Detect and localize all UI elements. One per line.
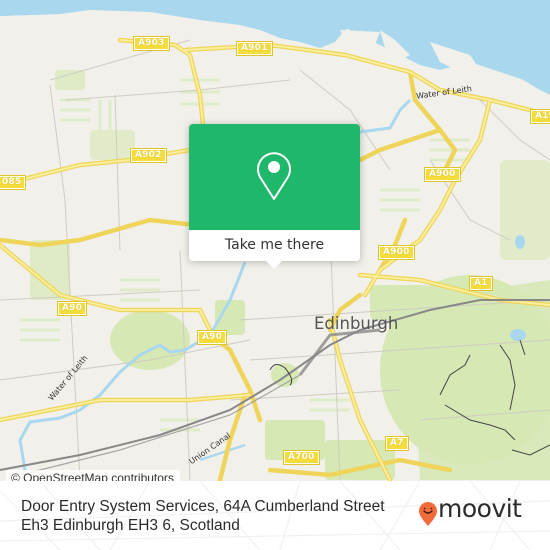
road-label-a901: A901 (236, 41, 273, 56)
road-label-a7: A7 (385, 436, 409, 451)
popup-header (189, 124, 360, 230)
road-label-a90-east: A90 (196, 330, 228, 345)
road-label-a90-west: A90 (56, 301, 88, 316)
sea-water-west (0, 0, 100, 16)
address-text: Door Entry System Services, 64A Cumberla… (21, 498, 385, 534)
road-label-a8085: 085 (0, 175, 27, 190)
road-label-a700: A700 (283, 450, 320, 465)
map-pin-icon (257, 152, 291, 200)
take-me-there-button[interactable]: Take me there (189, 230, 360, 261)
moovit-smile-pin-icon (419, 502, 437, 526)
road-label-a902: A902 (130, 148, 167, 163)
map-attribution[interactable]: © OpenStreetMap contributors (6, 470, 180, 481)
footer: Door Entry System Services, 64A Cumberla… (0, 481, 550, 550)
popup-pointer (265, 260, 283, 269)
dock-land (340, 30, 380, 50)
map-view[interactable]: A903 A901 A902 085 A19 A900 A900 A1 A90 … (0, 0, 550, 481)
moovit-wordmark: moovit (438, 494, 522, 523)
road-label-a903: A903 (133, 36, 170, 51)
city-label-edinburgh: Edinburgh (314, 314, 399, 333)
road-label-a900-south: A900 (378, 245, 415, 260)
pond (515, 235, 525, 249)
road-label-a900-north: A900 (424, 167, 461, 182)
road-label-a19: A19 (529, 109, 550, 124)
location-popup: Take me there (189, 124, 360, 269)
road-label-a1: A1 (469, 276, 493, 291)
pond (510, 329, 526, 341)
